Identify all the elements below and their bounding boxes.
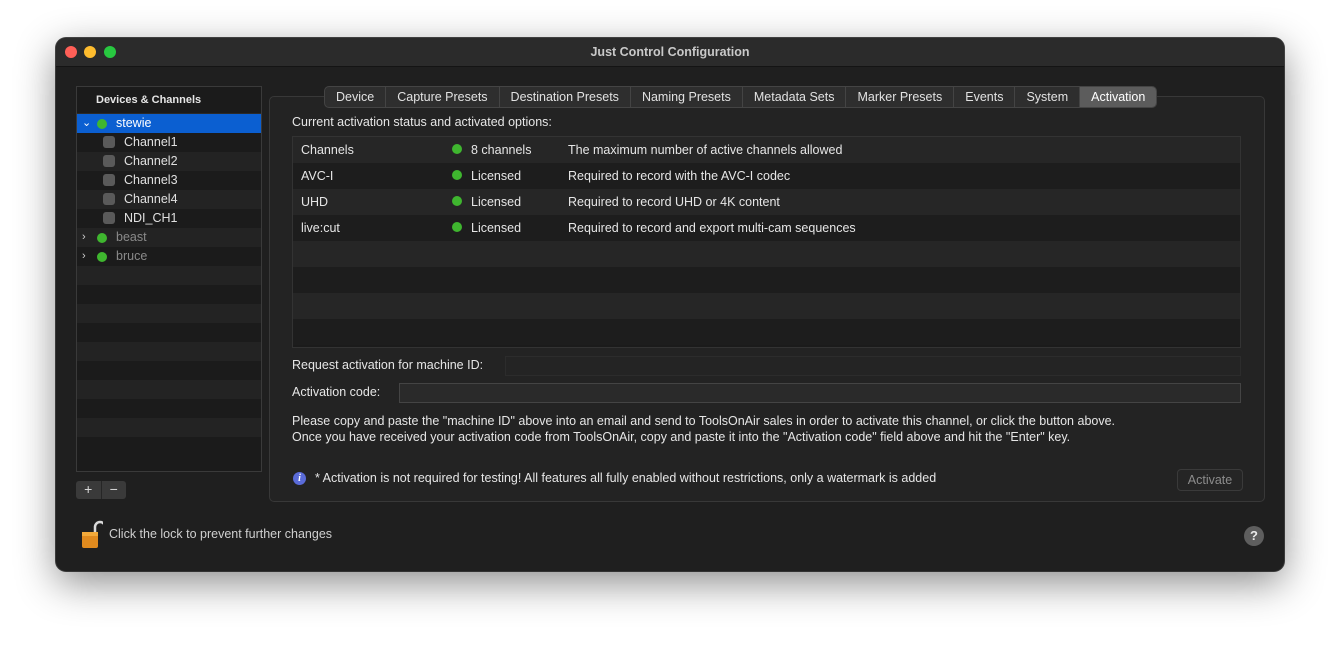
option-name: AVC-I — [301, 169, 334, 183]
table-row[interactable]: AVC-I Licensed Required to record with t… — [293, 163, 1240, 189]
channel-checkbox[interactable] — [103, 155, 115, 167]
channel-row[interactable]: Channel4 — [77, 190, 261, 209]
devices-channels-list[interactable]: Devices & Channels ⌄ stewie Channel1 Cha… — [76, 86, 262, 472]
status-dot-icon — [452, 196, 462, 206]
device-row-stewie[interactable]: ⌄ stewie — [77, 114, 261, 133]
channel-label: Channel1 — [124, 135, 178, 149]
tab-naming-presets[interactable]: Naming Presets — [631, 87, 743, 107]
activation-instructions: Please copy and paste the "machine ID" a… — [292, 413, 1115, 445]
empty-row — [77, 304, 261, 323]
empty-row — [293, 319, 1240, 345]
remove-device-button[interactable]: − — [100, 481, 127, 499]
activation-status-title: Current activation status and activated … — [292, 115, 552, 129]
channel-row[interactable]: Channel3 — [77, 171, 261, 190]
tab-events[interactable]: Events — [954, 87, 1016, 107]
status-dot-icon — [97, 233, 107, 243]
device-label: bruce — [116, 249, 148, 263]
channel-checkbox[interactable] — [103, 193, 115, 205]
empty-row — [77, 342, 261, 361]
option-status: 8 channels — [471, 143, 532, 157]
instruction-line-1: Please copy and paste the "machine ID" a… — [292, 414, 1116, 428]
empty-row — [77, 285, 261, 304]
channel-checkbox[interactable] — [103, 174, 115, 186]
activation-code-label: Activation code: — [292, 385, 381, 399]
app-window: Just Control Configuration Devices & Cha… — [56, 38, 1284, 571]
table-row[interactable]: UHD Licensed Required to record UHD or 4… — [293, 189, 1240, 215]
channel-row[interactable]: Channel2 — [77, 152, 261, 171]
option-name: live:cut — [301, 221, 340, 235]
tab-device[interactable]: Device — [325, 87, 387, 107]
empty-row — [293, 293, 1240, 319]
channel-label: Channel3 — [124, 173, 178, 187]
channel-label: NDI_CH1 — [124, 211, 178, 225]
device-row-beast[interactable]: › beast — [77, 228, 261, 247]
option-status: Licensed — [471, 195, 522, 209]
activation-status-table[interactable]: Channels 8 channels The maximum number o… — [292, 136, 1241, 348]
option-name: Channels — [301, 143, 354, 157]
option-status: Licensed — [471, 169, 522, 183]
chevron-down-icon[interactable]: ⌄ — [82, 114, 91, 133]
empty-row — [77, 418, 261, 437]
testing-note: * Activation is not required for testing… — [315, 471, 937, 485]
tab-metadata-sets[interactable]: Metadata Sets — [743, 87, 847, 107]
channel-label: Channel2 — [124, 154, 178, 168]
tab-system[interactable]: System — [1015, 87, 1081, 107]
add-device-button[interactable]: + — [76, 481, 101, 499]
empty-row — [293, 267, 1240, 293]
machine-id-field[interactable] — [505, 356, 1241, 376]
status-dot-icon — [452, 222, 462, 232]
tab-bar: Device Capture Presets Destination Prese… — [324, 86, 1158, 108]
option-description: The maximum number of active channels al… — [568, 143, 843, 157]
activate-button[interactable]: Activate — [1177, 469, 1243, 491]
channel-checkbox[interactable] — [103, 212, 115, 224]
chevron-right-icon[interactable]: › — [82, 228, 86, 247]
empty-row — [77, 361, 261, 380]
device-label: stewie — [116, 116, 152, 130]
table-row[interactable]: live:cut Licensed Required to record and… — [293, 215, 1240, 241]
option-description: Required to record and export multi-cam … — [568, 221, 856, 235]
empty-row — [77, 323, 261, 342]
channel-label: Channel4 — [124, 192, 178, 206]
device-label: beast — [116, 230, 147, 244]
channel-checkbox[interactable] — [103, 136, 115, 148]
option-description: Required to record UHD or 4K content — [568, 195, 780, 209]
chevron-right-icon[interactable]: › — [82, 247, 86, 266]
tab-capture-presets[interactable]: Capture Presets — [386, 87, 500, 107]
tab-destination-presets[interactable]: Destination Presets — [500, 87, 631, 107]
activation-code-field[interactable] — [399, 383, 1241, 403]
table-row[interactable]: Channels 8 channels The maximum number o… — [293, 137, 1240, 163]
empty-row — [77, 266, 261, 285]
empty-row — [77, 399, 261, 418]
sidebar-add-remove: + − — [76, 481, 126, 499]
instruction-line-2: Once you have received your activation c… — [292, 430, 1071, 444]
machine-id-label: Request activation for machine ID: — [292, 358, 484, 372]
empty-row — [77, 380, 261, 399]
title-bar: Just Control Configuration — [56, 38, 1284, 67]
status-dot-icon — [452, 170, 462, 180]
empty-row — [293, 241, 1240, 267]
empty-row — [77, 437, 261, 456]
sidebar-header: Devices & Channels — [77, 87, 261, 114]
info-icon: i — [293, 472, 306, 485]
tab-activation[interactable]: Activation — [1080, 87, 1157, 107]
channel-row[interactable]: Channel1 — [77, 133, 261, 152]
status-dot-icon — [97, 119, 107, 129]
option-name: UHD — [301, 195, 329, 209]
device-row-bruce[interactable]: › bruce — [77, 247, 261, 266]
tab-marker-presets[interactable]: Marker Presets — [846, 87, 955, 107]
machine-id-input[interactable] — [506, 357, 1240, 375]
help-button[interactable]: ? — [1244, 526, 1264, 546]
option-description: Required to record with the AVC-I codec — [568, 169, 791, 183]
lock-hint: Click the lock to prevent further change… — [109, 527, 333, 541]
window-title: Just Control Configuration — [590, 45, 750, 59]
unlocked-lock-icon[interactable] — [81, 520, 103, 550]
channel-row[interactable]: NDI_CH1 — [77, 209, 261, 228]
status-dot-icon — [452, 144, 462, 154]
option-status: Licensed — [471, 221, 522, 235]
activation-code-input[interactable] — [400, 384, 1240, 402]
status-dot-icon — [97, 252, 107, 262]
